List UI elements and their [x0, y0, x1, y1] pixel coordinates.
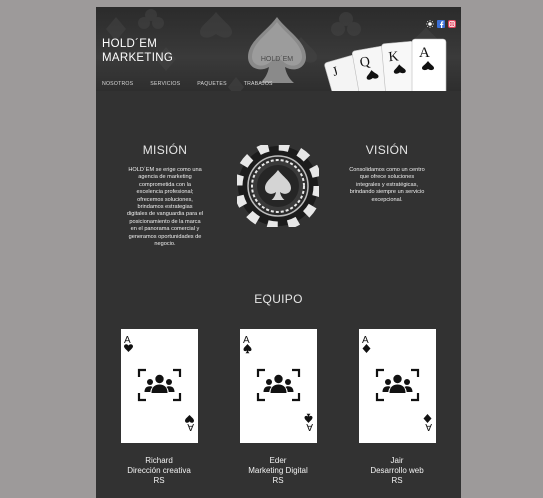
vision-text: Consolidamos como un centro que ofrece s…	[337, 167, 437, 204]
nav-trabajos[interactable]: TRABAJOS	[244, 81, 273, 87]
poker-chip-image	[237, 145, 319, 227]
vision-line: brindando siempre un servicio	[349, 189, 425, 196]
member-info-eder: Eder Marketing Digital RS	[218, 456, 338, 486]
brand-line-1: HOLD´EM	[102, 38, 158, 50]
mission-line: digitales de vanguardia para el	[126, 211, 204, 218]
card-letter-a: A	[419, 45, 430, 61]
member-info-richard: Richard Dirección creativa RS	[99, 456, 219, 486]
card-rank-bottom: A	[306, 421, 313, 432]
member-role: Marketing Digital	[248, 466, 308, 475]
mission-line: en el panorama comercial y	[130, 226, 200, 233]
member-info-jair: Jair Desarrollo web RS	[337, 456, 457, 486]
card-rank: A	[362, 335, 369, 346]
mission-line: HOLD´EM se erige como una	[128, 167, 202, 173]
team-card-jair: A A	[359, 329, 436, 443]
facebook-icon[interactable]	[437, 15, 445, 28]
social-icons	[426, 15, 456, 28]
mission-line: ofrecemos soluciones,	[137, 196, 193, 203]
vision-line: Consolidamos como un centro	[349, 167, 425, 173]
mission-text: HOLD´EM se erige como una agencia de mar…	[115, 167, 215, 248]
member-initials: RS	[272, 476, 284, 485]
mission-line: comprometida con la	[139, 181, 191, 188]
playing-cards-illustration: J Q K A	[324, 38, 447, 91]
mission-line: brindamos estrategias	[137, 204, 193, 211]
card-rank: A	[243, 335, 250, 346]
mission-line: negocio.	[154, 241, 176, 248]
member-name: Richard	[145, 456, 173, 465]
spade-logo: HOLD´EM	[248, 17, 306, 83]
member-name: Jair	[390, 456, 404, 465]
member-initials: RS	[153, 476, 165, 485]
member-initials: RS	[391, 476, 403, 485]
member-role: Desarrollo web	[370, 466, 424, 475]
main-nav: NOSOTROS SERVICIOS PAQUETES TRABAJOS	[102, 81, 290, 87]
vision-line: excepcional.	[371, 196, 403, 203]
mission-line: posicionamiento de la marca	[129, 218, 201, 225]
card-rank-bottom: A	[425, 421, 432, 432]
member-name: Eder	[269, 456, 287, 465]
nav-nosotros[interactable]: NOSOTROS	[102, 81, 133, 87]
mission-line: excelencia profesional;	[136, 189, 194, 196]
card-rank-bottom: A	[187, 421, 194, 432]
team-title: EQUIPO	[254, 292, 303, 306]
card-letter-k: K	[388, 49, 399, 65]
page-container: HOLD´EM MARKETING HOLD´EM J Q K A NOSOTR…	[96, 7, 461, 498]
mission-title: MISIÓN	[142, 143, 188, 157]
logo-text: HOLD´EM	[261, 56, 293, 63]
nav-servicios[interactable]: SERVICIOS	[150, 81, 180, 87]
team-card-eder: A A	[240, 329, 317, 443]
vision-title: VISIÓN	[365, 143, 409, 157]
brand-line-2: MARKETING	[102, 52, 174, 64]
sun-icon[interactable]	[426, 15, 434, 28]
mission-line: generamos oportunidades de	[128, 233, 202, 240]
header-banner: HOLD´EM MARKETING HOLD´EM J Q K A NOSOTR…	[96, 7, 461, 91]
vision-line: integrales y estratégicas,	[356, 181, 418, 188]
brand-title: HOLD´EM MARKETING	[102, 37, 173, 65]
vision-line: que ofrece soluciones	[359, 174, 415, 181]
member-role: Dirección creativa	[127, 466, 191, 475]
instagram-icon[interactable]	[448, 15, 456, 28]
card-rank: A	[124, 335, 131, 346]
mission-line: agencia de marketing	[138, 174, 192, 181]
nav-paquetes[interactable]: PAQUETES	[197, 81, 226, 87]
team-card-richard: A A	[121, 329, 198, 443]
